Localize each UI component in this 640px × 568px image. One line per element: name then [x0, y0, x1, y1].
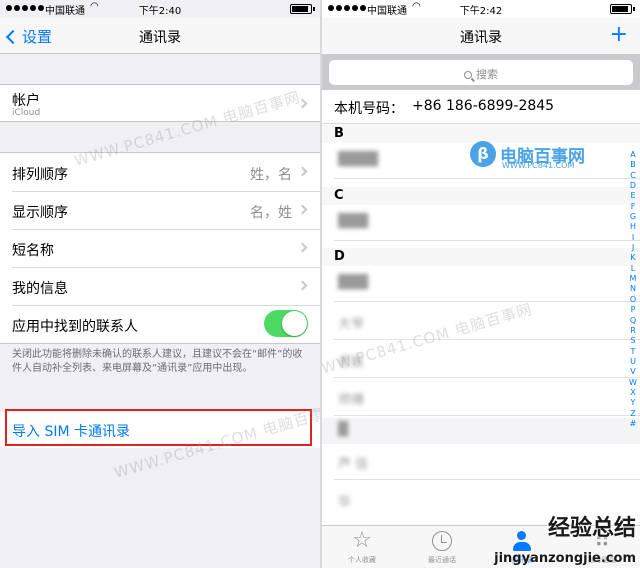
search-bar: 搜索 — [322, 54, 640, 90]
my-number-label: 本机号码： — [334, 101, 404, 117]
clock-icon — [432, 531, 452, 551]
contact-row[interactable]: 师傅 — [322, 380, 640, 416]
status-time: 下午2:40 — [138, 6, 182, 17]
status-bar: 中国联通 ◠ 下午2:40 — [0, 0, 320, 18]
row-contacts-found-in-apps: 应用中找到的联系人 — [0, 305, 320, 343]
index-letter[interactable]: L — [628, 264, 638, 274]
contacts-found-toggle[interactable] — [264, 310, 308, 337]
logo-sub: WWW.PC841.COM — [502, 161, 575, 170]
battery-icon — [290, 4, 315, 14]
site-url-watermark: jingyanzongjie.com — [494, 551, 636, 566]
index-letter[interactable]: # — [628, 419, 638, 429]
index-letter[interactable]: P — [628, 305, 638, 315]
chevron-right-icon — [297, 242, 308, 253]
my-number-row: 本机号码： +86 186-6899-2845 — [322, 90, 640, 124]
chevron-right-icon — [297, 204, 308, 215]
index-letter[interactable]: T — [628, 347, 638, 357]
index-letter[interactable]: K — [628, 253, 638, 263]
index-letter[interactable]: F — [628, 202, 638, 212]
index-letter[interactable]: G — [628, 212, 638, 222]
footnote-text: 关闭此功能将删除未确认的联系人建议，且建议不会在“邮件”的收件人自动补全列表、来… — [12, 349, 303, 374]
contacts-list-panel: 中国联通 ◠ 下午2:42 通讯录 + 搜索 本机号码： +86 186-689… — [322, 0, 640, 568]
index-letter[interactable]: B — [628, 160, 638, 170]
nav-bar: 设置 通讯录 — [0, 18, 320, 54]
account-sub: iCloud — [12, 108, 41, 118]
index-letter[interactable]: Z — [628, 409, 638, 419]
index-letter[interactable]: E — [628, 191, 638, 201]
row-label: 短名称 — [12, 243, 54, 259]
row-sort-order[interactable]: 排列顺序 姓，名 — [0, 153, 320, 191]
index-letter[interactable]: C — [628, 171, 638, 181]
row-display-order[interactable]: 显示顺序 名，姓 — [0, 191, 320, 229]
search-icon — [464, 71, 472, 79]
index-letter[interactable]: D — [628, 181, 638, 191]
index-letter[interactable]: N — [628, 284, 638, 294]
index-letter[interactable]: U — [628, 357, 638, 367]
index-letter[interactable]: W — [628, 378, 638, 388]
tab-recents[interactable]: 最近通话 — [412, 529, 472, 565]
section-header-c: C — [322, 187, 640, 205]
tab-favorites[interactable]: ☆ 个人收藏 — [332, 529, 392, 565]
section-index[interactable]: A B C D E F G H I J K L M N O P Q R S T U V W X Y Z # — [628, 150, 638, 429]
index-letter[interactable]: H — [628, 222, 638, 232]
index-letter[interactable]: O — [628, 295, 638, 305]
status-time: 下午2:42 — [459, 6, 503, 17]
site-watermark: 经验总结 — [547, 516, 636, 541]
page-title: 通讯录 — [460, 30, 502, 46]
index-letter[interactable]: R — [628, 326, 638, 336]
settings-contacts-panel: 中国联通 ◠ 下午2:40 设置 通讯录 帐户 iCloud 排列顺序 姓，名 … — [0, 0, 320, 568]
index-letter[interactable]: J — [628, 243, 638, 253]
index-letter[interactable]: S — [628, 336, 638, 346]
chevron-right-icon — [297, 166, 308, 177]
row-my-info[interactable]: 我的信息 — [0, 267, 320, 305]
index-letter[interactable]: I — [628, 233, 638, 243]
index-letter[interactable]: A — [628, 150, 638, 160]
contact-row[interactable]: 芦 信 — [322, 444, 640, 480]
contact-row[interactable]: ███ — [322, 266, 640, 302]
account-label: 帐户 — [12, 93, 40, 109]
row-short-name[interactable]: 短名称 — [0, 229, 320, 267]
status-bar: 中国联通 ◠ 下午2:42 — [322, 0, 640, 18]
row-label: 我的信息 — [12, 281, 68, 297]
row-value: 姓，名 — [250, 167, 292, 183]
contact-row[interactable]: ███ — [322, 205, 640, 241]
search-placeholder: 搜索 — [476, 68, 498, 81]
row-label: 应用中找到的联系人 — [12, 319, 138, 335]
index-letter[interactable]: Y — [628, 398, 638, 408]
my-number-value: +86 186-6899-2845 — [412, 98, 555, 114]
logo-icon: β — [470, 141, 496, 167]
index-letter[interactable]: Q — [628, 316, 638, 326]
battery-icon — [610, 4, 635, 14]
index-letter[interactable]: V — [628, 367, 638, 377]
row-value: 名，姓 — [250, 205, 292, 221]
index-letter[interactable]: X — [628, 388, 638, 398]
row-label: 显示顺序 — [12, 205, 68, 221]
add-contact-button[interactable]: + — [610, 24, 628, 46]
nav-bar: 通讯录 + — [322, 18, 640, 54]
options-group: 排列顺序 姓，名 显示顺序 名，姓 短名称 我的信息 应用中找到的联系人 — [0, 152, 320, 344]
page-title: 通讯录 — [139, 30, 181, 46]
index-letter[interactable]: M — [628, 274, 638, 284]
contact-row[interactable]: █ — [322, 418, 640, 444]
row-label: 排列顺序 — [12, 167, 68, 183]
search-input[interactable]: 搜索 — [329, 60, 633, 85]
person-icon — [511, 530, 533, 552]
section-header-d: D — [322, 248, 640, 266]
chevron-right-icon — [297, 280, 308, 291]
star-icon: ☆ — [352, 528, 372, 553]
